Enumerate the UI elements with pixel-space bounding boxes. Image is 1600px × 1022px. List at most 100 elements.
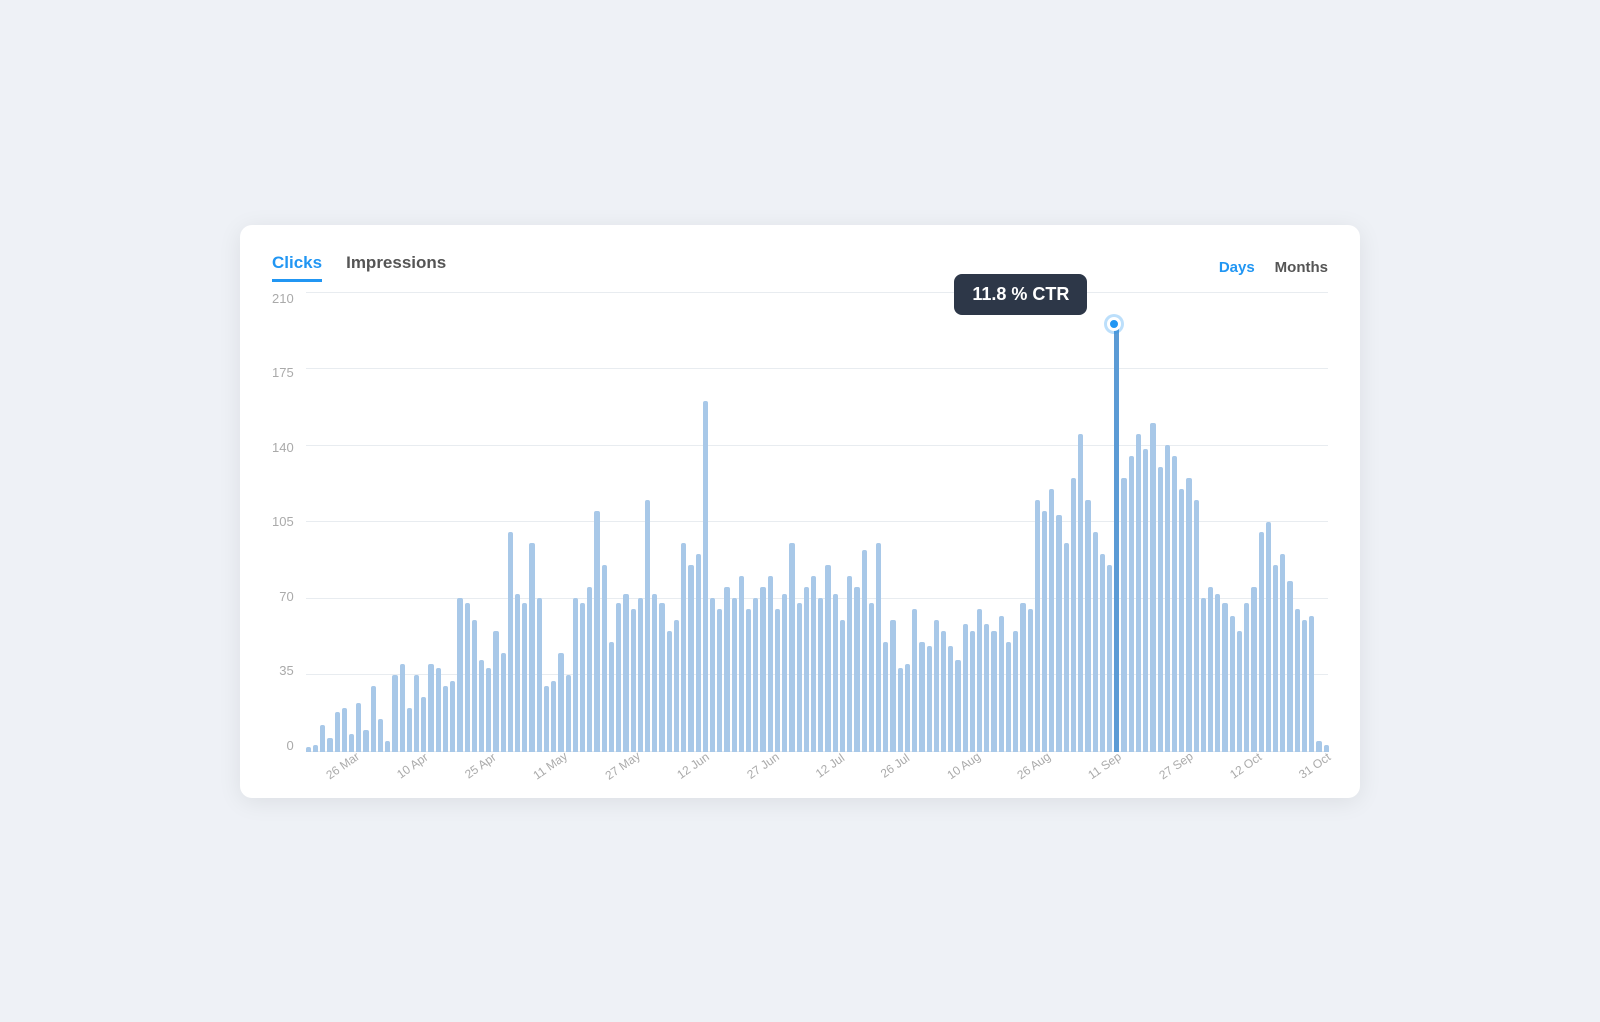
bar-34 [551, 681, 556, 751]
bar-21 [457, 598, 462, 751]
bar-71 [818, 598, 823, 751]
bar-131 [1251, 587, 1256, 751]
bar-11 [385, 741, 390, 752]
x-axis: 26 Mar10 Apr25 Apr11 May27 May12 Jun27 J… [272, 760, 1328, 774]
bar-41 [602, 565, 607, 751]
bar-44 [623, 594, 628, 752]
bar-105 [1064, 543, 1069, 751]
bar-135 [1280, 554, 1285, 751]
bar-106 [1071, 478, 1076, 752]
x-label-1: 10 Apr [394, 750, 430, 781]
bar-119 [1165, 445, 1170, 752]
tab-impressions[interactable]: Impressions [346, 253, 446, 282]
bar-46 [638, 598, 643, 751]
bar-110 [1100, 554, 1105, 751]
x-label-0: 26 Mar [323, 749, 362, 782]
bar-113 [1121, 478, 1126, 752]
bar-12 [392, 675, 397, 752]
bar-2 [320, 725, 325, 751]
bar-86 [927, 646, 932, 751]
bar-35 [558, 653, 563, 752]
bar-134 [1273, 565, 1278, 751]
bar-51 [674, 620, 679, 751]
bar-93 [977, 609, 982, 751]
bar-84 [912, 609, 917, 751]
bar-15 [414, 675, 419, 752]
bar-61 [746, 609, 751, 751]
bar-9 [371, 686, 376, 752]
bar-53 [688, 565, 693, 751]
bars-container [306, 292, 1328, 752]
bar-82 [898, 668, 903, 751]
bar-68 [797, 603, 802, 752]
bar-1 [313, 745, 318, 752]
bar-138 [1302, 620, 1307, 751]
bar-139 [1309, 616, 1314, 752]
bar-18 [436, 668, 441, 751]
bar-90 [955, 660, 960, 752]
bar-22 [465, 603, 470, 752]
bar-98 [1013, 631, 1018, 751]
bar-99 [1020, 603, 1025, 752]
bar-8 [363, 730, 368, 752]
y-label-35: 35 [279, 664, 293, 677]
y-label-140: 140 [272, 441, 294, 454]
x-label-10: 26 Aug [1015, 749, 1054, 782]
bar-63 [760, 587, 765, 751]
y-label-210: 210 [272, 292, 294, 305]
x-label-7: 12 Jul [813, 750, 847, 780]
bar-112 [1114, 324, 1119, 751]
bar-16 [421, 697, 426, 752]
bar-81 [890, 620, 895, 751]
bar-78 [869, 603, 874, 752]
y-axis: 210 175 140 105 70 35 0 [272, 292, 306, 752]
bar-10 [378, 719, 383, 752]
bar-7 [356, 703, 361, 751]
y-label-105: 105 [272, 515, 294, 528]
period-tabs: Days Months [1219, 259, 1328, 276]
bar-66 [782, 594, 787, 752]
bar-103 [1049, 489, 1054, 752]
bar-20 [450, 681, 455, 751]
bar-94 [984, 624, 989, 751]
bar-57 [717, 609, 722, 751]
tab-clicks[interactable]: Clicks [272, 253, 322, 282]
tab-days[interactable]: Days [1219, 259, 1255, 276]
bar-91 [963, 624, 968, 751]
chart-header: Clicks Impressions Days Months [272, 253, 1328, 282]
chart-area: 210 175 140 105 70 35 0 [272, 292, 1328, 774]
x-label-4: 27 May [602, 748, 642, 782]
bar-28 [508, 532, 513, 751]
bar-52 [681, 543, 686, 751]
bar-141 [1324, 745, 1329, 752]
bar-136 [1287, 581, 1292, 752]
bar-126 [1215, 594, 1220, 752]
tab-months[interactable]: Months [1275, 259, 1328, 276]
bar-31 [529, 543, 534, 751]
bar-25 [486, 668, 491, 751]
bar-118 [1158, 467, 1163, 752]
bar-50 [667, 631, 672, 751]
bar-127 [1222, 603, 1227, 752]
x-label-9: 10 Aug [944, 749, 983, 782]
bar-114 [1129, 456, 1134, 752]
bar-45 [631, 609, 636, 751]
x-label-2: 25 Apr [462, 750, 498, 781]
bar-39 [587, 587, 592, 751]
bar-87 [934, 620, 939, 751]
bar-83 [905, 664, 910, 752]
x-label-6: 27 Jun [744, 749, 782, 781]
bar-40 [594, 511, 599, 752]
bar-85 [919, 642, 924, 752]
bar-6 [349, 734, 354, 752]
bar-79 [876, 543, 881, 751]
bar-120 [1172, 456, 1177, 752]
bar-104 [1056, 515, 1061, 752]
bar-74 [840, 620, 845, 751]
bar-92 [970, 631, 975, 751]
bar-42 [609, 642, 614, 752]
bar-70 [811, 576, 816, 751]
bar-95 [991, 631, 996, 751]
bar-133 [1266, 522, 1271, 752]
bar-33 [544, 686, 549, 752]
